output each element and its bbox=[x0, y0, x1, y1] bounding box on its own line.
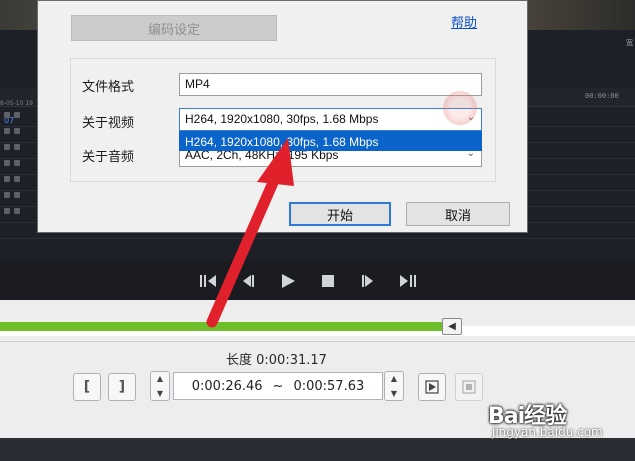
bottom-strip bbox=[0, 438, 635, 461]
chevron-up-icon[interactable]: ▲ bbox=[391, 374, 397, 383]
divider bbox=[0, 341, 635, 342]
audio-label: 关于音频 bbox=[82, 150, 135, 165]
mark-out-button[interactable]: ] bbox=[108, 373, 136, 401]
end-time[interactable]: 0:00:57.63 bbox=[293, 379, 364, 394]
track-headers bbox=[0, 108, 36, 238]
scrub-progress bbox=[0, 322, 445, 331]
panel-corner-label: 宽 bbox=[626, 39, 633, 47]
export-dialog: 编码设定 帮助 文件格式 MP4 关于视频 H264, 1920x1080, 3… bbox=[37, 0, 528, 233]
video-label: 关于视频 bbox=[82, 116, 135, 131]
player-controls bbox=[0, 262, 635, 300]
start-time-stepper[interactable]: ▲ ▼ bbox=[150, 371, 170, 401]
skip-to-start-icon[interactable] bbox=[197, 271, 219, 291]
end-time-stepper[interactable]: ▲ ▼ bbox=[384, 371, 404, 401]
step-back-icon[interactable] bbox=[237, 271, 259, 291]
watermark-url: jingyan.baidu.com bbox=[492, 425, 603, 439]
encode-settings-button[interactable]: 编码设定 bbox=[71, 15, 277, 41]
play-range-button[interactable] bbox=[418, 373, 446, 401]
mark-in-label: [ bbox=[83, 379, 91, 395]
mark-in-button[interactable]: [ bbox=[73, 373, 101, 401]
start-button[interactable]: 开始 bbox=[289, 202, 391, 226]
time-separator: ~ bbox=[272, 378, 284, 394]
video-select-value: H264, 1920x1080, 30fps, 1.68 Mbps bbox=[185, 112, 379, 126]
chevron-up-icon[interactable]: ▲ bbox=[157, 374, 163, 383]
stop-range-button[interactable] bbox=[455, 373, 483, 401]
mark-out-label: ] bbox=[118, 379, 126, 395]
time-range-field[interactable]: 0:00:26.46 ~ 0:00:57.63 bbox=[173, 372, 383, 400]
step-forward-icon[interactable] bbox=[357, 271, 379, 291]
scrub-handle[interactable]: ◀ bbox=[442, 318, 462, 335]
help-link[interactable]: 帮助 bbox=[451, 12, 477, 31]
play-icon[interactable] bbox=[277, 271, 299, 291]
cancel-button[interactable]: 取消 bbox=[406, 202, 510, 226]
format-field[interactable]: MP4 bbox=[179, 73, 482, 96]
timeline-date: 8-05-10 19 bbox=[0, 100, 33, 107]
skip-to-end-icon[interactable] bbox=[397, 271, 419, 291]
click-indicator bbox=[443, 91, 477, 125]
stop-icon[interactable] bbox=[317, 271, 339, 291]
chevron-down-icon[interactable]: ▼ bbox=[157, 389, 163, 398]
video-dropdown-option[interactable]: H264, 1920x1080, 30fps, 1.68 Mbps bbox=[179, 131, 482, 151]
play-range-icon bbox=[425, 380, 439, 394]
format-label: 文件格式 bbox=[82, 80, 135, 95]
stop-range-icon bbox=[462, 380, 476, 394]
video-select[interactable]: H264, 1920x1080, 30fps, 1.68 Mbps ⌄ bbox=[179, 108, 482, 131]
chevron-down-icon[interactable]: ▼ bbox=[391, 389, 397, 398]
start-time[interactable]: 0:00:26.46 bbox=[192, 379, 263, 394]
ruler-timestamp: 00:00:00 bbox=[585, 92, 619, 100]
length-label: 长度 0:00:31.17 bbox=[226, 353, 327, 368]
